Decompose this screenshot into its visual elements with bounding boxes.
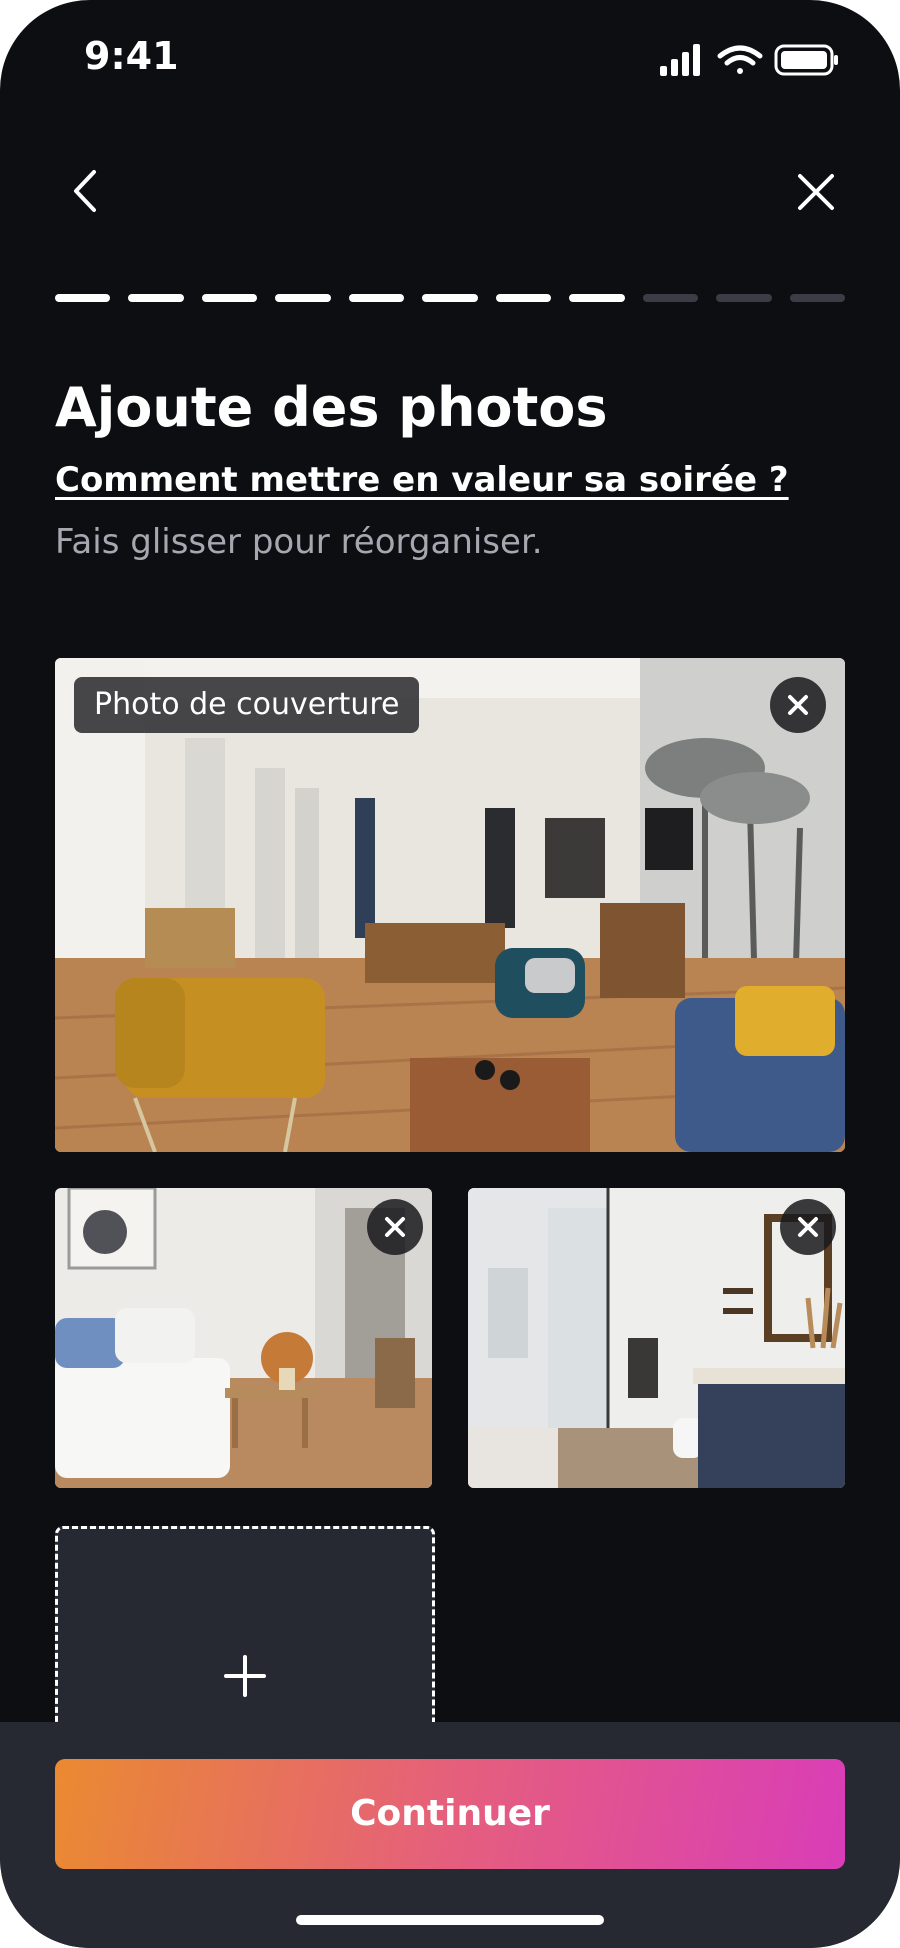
progress-segment [422,294,478,302]
signal-icon [660,44,700,76]
progress-segment [128,294,184,302]
close-icon [385,1217,405,1237]
continue-button[interactable]: Continuer [55,1759,845,1869]
close-icon [798,1217,818,1237]
home-indicator [296,1915,604,1925]
status-time: 9:41 [84,34,179,78]
phone-screen: 9:41 Ajoute des photos Comment mettre en… [0,0,900,1948]
remove-photo-button[interactable] [780,1199,836,1255]
wifi-icon [717,45,763,74]
battery-icon [774,44,838,76]
progress-segment [642,294,699,302]
chevron-left-icon[interactable] [64,166,104,216]
progress-segment [569,294,625,302]
progress-segment [55,294,111,302]
remove-photo-button[interactable] [367,1199,423,1255]
remove-cover-photo-button[interactable] [770,677,826,733]
close-icon[interactable] [792,168,840,216]
progress-segment [201,294,258,302]
progress-segment [348,294,405,302]
close-icon [788,695,808,715]
progress-segment [275,294,331,302]
page-title: Ajoute des photos [55,376,608,439]
help-link[interactable]: Comment mettre en valeur sa soirée ? [55,460,789,500]
plus-icon [224,1655,266,1697]
progress-bar [55,294,845,302]
progress-segment [495,294,552,302]
progress-segment [789,294,845,302]
progress-segment [716,294,772,302]
subtitle: Fais glisser pour réorganiser. [55,522,543,562]
cover-photo-badge: Photo de couverture [74,677,420,733]
status-icons [660,44,838,76]
